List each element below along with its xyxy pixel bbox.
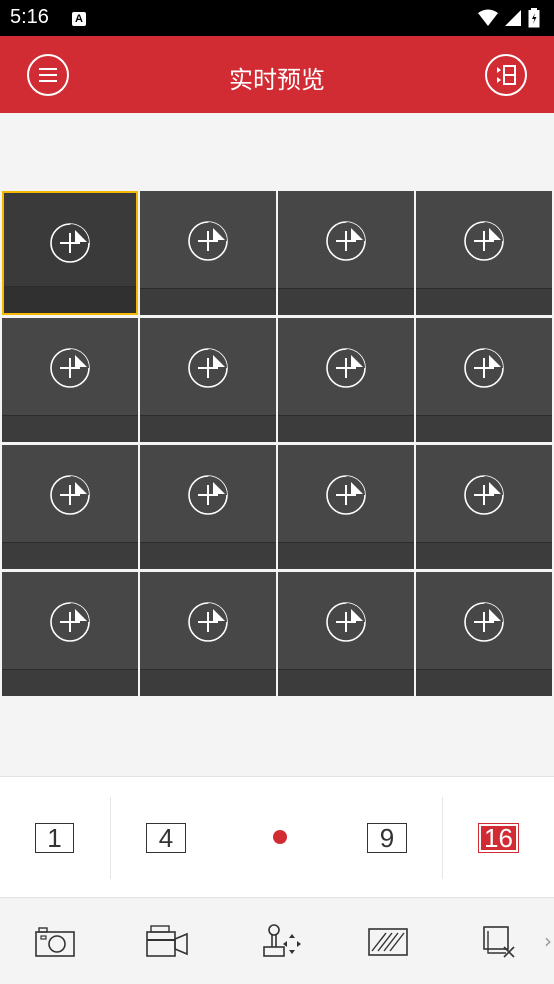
notification-icon: A	[72, 12, 86, 26]
camera-icon	[35, 927, 75, 957]
add-device-button[interactable]	[186, 473, 230, 517]
cell-info-bar	[2, 415, 138, 442]
cell-info-bar	[278, 669, 414, 696]
cell-info-bar	[2, 669, 138, 696]
video-cell[interactable]	[140, 318, 276, 442]
video-cell[interactable]	[140, 445, 276, 569]
cell-info-bar	[140, 415, 276, 442]
add-camera-icon	[326, 602, 366, 642]
add-camera-icon	[188, 475, 228, 515]
add-device-button[interactable]	[462, 219, 506, 263]
record-video-icon	[146, 925, 188, 957]
battery-icon	[528, 8, 540, 28]
add-camera-icon	[188, 348, 228, 388]
divider	[442, 797, 443, 879]
close-window-button[interactable]	[478, 921, 522, 961]
add-camera-icon	[50, 223, 90, 263]
cell-info-bar	[416, 542, 552, 569]
video-cell[interactable]	[278, 318, 414, 442]
cell-info-bar	[416, 669, 552, 696]
channel-list-icon	[497, 65, 516, 85]
capture-button[interactable]	[33, 921, 77, 961]
ptz-button[interactable]	[259, 921, 303, 961]
cell-info-bar	[416, 415, 552, 442]
add-camera-icon	[188, 221, 228, 261]
add-device-button[interactable]	[48, 221, 92, 265]
divider	[110, 797, 111, 879]
layout-9-button[interactable]: 9	[367, 823, 407, 853]
status-time: 5:16	[10, 6, 49, 28]
wifi-icon	[478, 9, 498, 26]
add-device-button[interactable]	[324, 346, 368, 390]
video-cell[interactable]	[2, 318, 138, 442]
signal-icon	[505, 10, 521, 26]
add-camera-icon	[464, 602, 504, 642]
add-camera-icon	[464, 475, 504, 515]
video-cell[interactable]	[140, 191, 276, 315]
quality-button[interactable]	[366, 921, 410, 961]
channel-list-button[interactable]	[485, 54, 527, 96]
add-camera-icon	[326, 221, 366, 261]
video-cell[interactable]	[416, 191, 552, 315]
cell-info-bar	[140, 669, 276, 696]
add-camera-icon	[464, 221, 504, 261]
add-camera-icon	[50, 475, 90, 515]
add-camera-icon	[50, 602, 90, 642]
video-cell[interactable]	[2, 572, 138, 696]
page-title: 实时预览	[229, 66, 325, 94]
system-icons	[478, 8, 540, 28]
add-camera-icon	[188, 602, 228, 642]
add-camera-icon	[464, 348, 504, 388]
add-device-button[interactable]	[48, 346, 92, 390]
video-cell[interactable]	[278, 572, 414, 696]
add-camera-icon	[326, 348, 366, 388]
video-cell[interactable]	[278, 445, 414, 569]
cell-info-bar	[278, 415, 414, 442]
add-device-button[interactable]	[48, 600, 92, 644]
add-camera-icon	[50, 348, 90, 388]
page-indicator-dot	[273, 830, 287, 844]
video-cell[interactable]	[2, 445, 138, 569]
layout-1-button[interactable]: 1	[35, 823, 74, 853]
video-cell[interactable]	[416, 445, 552, 569]
add-device-button[interactable]	[324, 473, 368, 517]
add-device-button[interactable]	[324, 219, 368, 263]
record-button[interactable]	[144, 921, 188, 961]
cell-info-bar	[140, 288, 276, 315]
chevron-right-icon[interactable]: ›	[544, 929, 552, 953]
ptz-joystick-icon	[263, 924, 301, 957]
add-device-button[interactable]	[186, 600, 230, 644]
video-cell[interactable]	[2, 191, 138, 315]
cell-info-bar	[4, 286, 136, 313]
layout-4-button[interactable]: 4	[146, 823, 186, 853]
preview-grid	[0, 190, 554, 696]
add-device-button[interactable]	[462, 600, 506, 644]
add-device-button[interactable]	[48, 473, 92, 517]
quality-icon	[368, 928, 408, 956]
video-cell[interactable]	[140, 572, 276, 696]
cell-info-bar	[278, 288, 414, 315]
cell-info-bar	[140, 542, 276, 569]
app-bar: 实时预览	[0, 36, 554, 113]
add-camera-icon	[326, 475, 366, 515]
add-device-button[interactable]	[186, 219, 230, 263]
video-cell[interactable]	[278, 191, 414, 315]
video-cell[interactable]	[416, 318, 552, 442]
status-bar: 5:16 A	[0, 0, 554, 36]
cell-info-bar	[278, 542, 414, 569]
bottom-toolbar: ›	[0, 899, 554, 984]
add-device-button[interactable]	[324, 600, 368, 644]
add-device-button[interactable]	[462, 346, 506, 390]
cell-info-bar	[416, 288, 552, 315]
add-device-button[interactable]	[462, 473, 506, 517]
layout-16-button[interactable]: 16	[478, 823, 519, 853]
cell-info-bar	[2, 542, 138, 569]
add-device-button[interactable]	[186, 346, 230, 390]
close-window-icon	[483, 926, 515, 958]
video-cell[interactable]	[416, 572, 552, 696]
